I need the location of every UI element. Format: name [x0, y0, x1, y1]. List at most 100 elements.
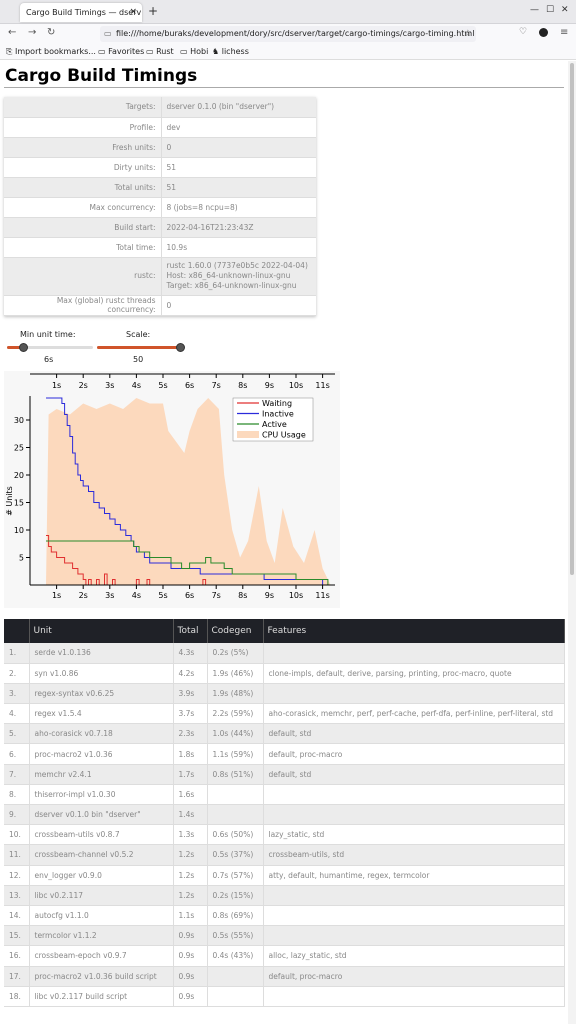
- table-cell: 1.7s: [173, 764, 208, 785]
- min-unit-value: 6s: [44, 355, 54, 364]
- column-header[interactable]: Unit: [29, 619, 174, 643]
- table-cell: 1.1s: [173, 905, 208, 927]
- table-row: 15. termcolor v1.1.2 0.9s 0.5s (55%): [4, 925, 565, 947]
- table-cell: memchr v2.4.1: [29, 764, 174, 785]
- summary-row: Build start: 2022-04-16T21:23:43Z: [4, 217, 316, 238]
- table-cell: 1.2s: [173, 865, 208, 886]
- tab-cargo-timings[interactable]: Cargo Build Timings — dserv ×: [20, 3, 142, 22]
- table-cell: [263, 986, 565, 1007]
- table-cell: serde v1.0.136: [29, 643, 174, 664]
- page-content: Cargo Build Timings Targets: dserver 0.1.…: [0, 61, 568, 1024]
- scale-slider-thumb[interactable]: [176, 343, 185, 352]
- concurrency-chart: 5 10 15 20 25 30 1s 2s 3s 4s 5s 6s 7s 8s 9s 10s 11s # Uni…: [4, 394, 340, 608]
- scrollbar-thumb[interactable]: [570, 63, 574, 575]
- url-bar[interactable]: ▭ file:///home/buraks/development/dory/s…: [100, 26, 476, 42]
- minimize-icon[interactable]: —: [530, 5, 539, 15]
- min-unit-slider-thumb[interactable]: [19, 343, 29, 352]
- axis-tick-label: 2s: [79, 381, 88, 390]
- x-tick-label: 11s: [315, 591, 329, 600]
- table-cell: 0.9s: [173, 966, 208, 987]
- column-header[interactable]: Features: [263, 619, 565, 643]
- unit-table-wrap: Unit Total Codegen Features 1. serde v1.0.13…: [4, 619, 565, 1007]
- close-tab-icon[interactable]: ×: [129, 3, 137, 22]
- table-row: 16. crossbeam-epoch v0.9.7 0.9s 0.4s (43%) a…: [4, 945, 565, 967]
- pocket-icon[interactable]: ♡: [519, 27, 527, 37]
- table-cell: 1.6s: [173, 784, 208, 806]
- summary-table: Targets: dserver 0.1.0 (bin "dserver") Pro…: [4, 97, 316, 316]
- y-tick-label: 25: [14, 444, 24, 453]
- table-row: 4. regex v1.5.4 3.7s 2.2s (59%) aho-corasick…: [4, 703, 565, 725]
- y-tick-label: 10: [14, 526, 24, 535]
- legend-label: Inactive: [262, 410, 294, 419]
- title-divider: [4, 87, 564, 88]
- table-cell: 15.: [4, 925, 30, 947]
- scrollbar[interactable]: [568, 61, 576, 1024]
- bookmark-favorites[interactable]: ▭ Favorites: [98, 44, 144, 60]
- y-tick-label: 30: [14, 416, 24, 425]
- summary-row: Total time: 10.9s: [4, 237, 316, 258]
- table-cell: 2.3s: [173, 723, 208, 745]
- table-cell: default, std: [263, 764, 565, 785]
- x-tick-label: 1s: [52, 591, 61, 600]
- table-cell: [207, 966, 264, 987]
- bookmark-hobi[interactable]: ▭ Hobi: [180, 44, 208, 60]
- summary-value: rustc 1.60.0 (7737e0b5c 2022-04-04) Host:…: [161, 257, 316, 296]
- window-close-icon[interactable]: ✕: [561, 5, 569, 15]
- min-unit-label: Min unit time:: [20, 330, 76, 339]
- table-cell: 8.: [4, 784, 30, 806]
- table-cell: 1.4s: [173, 804, 208, 826]
- x-tick-label: 6s: [185, 591, 194, 600]
- y-tick-label: 5: [19, 554, 24, 563]
- column-header[interactable]: Codegen: [207, 619, 264, 643]
- table-row: 8. thiserror-impl v1.0.30 1.6s: [4, 784, 565, 806]
- summary-row: Dirty units: 51: [4, 157, 316, 178]
- bookmark-label: Import bookmarks...: [14, 47, 96, 56]
- reload-icon[interactable]: ↻: [47, 27, 55, 38]
- table-cell: 1.9s (46%): [207, 663, 264, 684]
- table-cell: 0.9s: [173, 945, 208, 967]
- table-row: 9. dserver v0.1.0 bin "dserver" 1.4s: [4, 804, 565, 826]
- axis-tick-label: 7s: [212, 381, 221, 390]
- menu-icon[interactable]: ≡: [560, 27, 568, 38]
- table-cell: crossbeam-utils, std: [263, 844, 565, 866]
- column-header[interactable]: [4, 619, 30, 643]
- legend-label: Active: [262, 420, 287, 429]
- legend-swatch: [237, 431, 259, 438]
- maximize-icon[interactable]: ☐: [546, 5, 554, 15]
- unit-table: Unit Total Codegen Features 1. serde v1.0.13…: [4, 619, 565, 1007]
- table-cell: [263, 804, 565, 826]
- summary-key: Total units:: [4, 177, 162, 198]
- table-cell: default, proc-macro: [263, 743, 565, 765]
- summary-value: 8 (jobs=8 ncpu=8): [161, 197, 316, 218]
- table-cell: 3.: [4, 683, 30, 705]
- bookmark-import[interactable]: ⎘ Import bookmarks...: [6, 44, 96, 60]
- table-row: 3. regex-syntax v0.6.25 3.9s 1.9s (48%): [4, 683, 565, 705]
- summary-row: Max concurrency: 8 (jobs=8 ncpu=8): [4, 197, 316, 218]
- table-cell: 18.: [4, 986, 30, 1007]
- bookmark-label: lichess: [221, 47, 249, 56]
- table-cell: [207, 986, 264, 1007]
- table-cell: 17.: [4, 966, 30, 987]
- table-row: 1. serde v1.0.136 4.3s 0.2s (5%): [4, 643, 565, 664]
- x-tick-label: 2s: [79, 591, 88, 600]
- bookmark-star-icon[interactable]: ☆: [464, 26, 472, 42]
- forward-icon[interactable]: →: [28, 27, 36, 38]
- x-tick-label: 9s: [265, 591, 274, 600]
- axis-tick-label: 3s: [105, 381, 114, 390]
- bookmark-rust[interactable]: ▭ Rust: [146, 44, 174, 60]
- tab-title: Cargo Build Timings — dserv: [26, 8, 142, 17]
- new-tab-button[interactable]: +: [148, 4, 158, 18]
- axis-tick-label: 5s: [158, 381, 167, 390]
- legend-label: Waiting: [262, 399, 292, 408]
- summary-value: dserver 0.1.0 (bin "dserver"): [161, 97, 316, 118]
- bookmark-lichess[interactable]: ♞ lichess: [212, 44, 249, 60]
- summary-key: Dirty units:: [4, 157, 162, 178]
- column-header[interactable]: Total: [173, 619, 208, 643]
- account-icon[interactable]: [539, 28, 548, 37]
- bookmark-label: Rust: [156, 47, 174, 56]
- table-cell: 0.2s (15%): [207, 885, 264, 906]
- table-cell: 1.8s: [173, 743, 208, 765]
- summary-value: 51: [161, 177, 316, 198]
- back-icon[interactable]: ←: [8, 27, 16, 38]
- chart-legend: Waiting InactiveActive CPU Usage: [232, 397, 314, 442]
